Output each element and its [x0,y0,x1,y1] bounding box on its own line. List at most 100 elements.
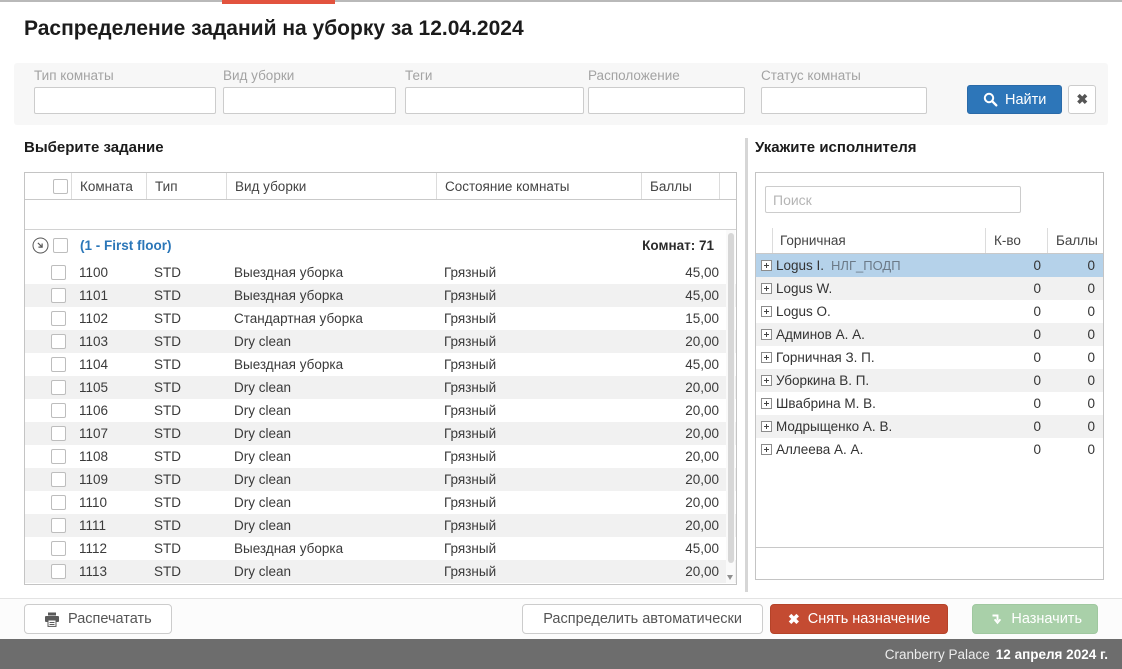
expand-icon[interactable] [761,398,772,409]
task-cell-select [25,330,71,353]
panel-splitter [745,138,748,592]
maid-cell-expand [756,369,772,392]
task-row[interactable]: 1113 STD Dry clean Грязный 20,00 [25,560,736,583]
task-cell-room: 1109 [79,472,109,487]
search-button[interactable]: Найти [967,85,1063,114]
expand-icon[interactable] [761,283,772,294]
header-cell-expand [756,228,772,253]
task-row[interactable]: 1100 STD Выездная уборка Грязный 45,00 [25,261,736,284]
expand-icon[interactable] [761,352,772,363]
maid-row[interactable]: Logus O. 0 0 [756,300,1103,323]
maid-row[interactable]: Аллеева А. А. 0 0 [756,438,1103,461]
tasks-scrollbar-thumb[interactable] [727,233,734,563]
row-checkbox[interactable] [51,380,66,395]
expand-icon[interactable] [761,421,772,432]
task-cell-cleaning: Dry clean [234,564,292,579]
room-status-input[interactable] [761,87,927,114]
location-input[interactable] [588,87,745,114]
expand-icon[interactable] [761,260,772,271]
group-label[interactable]: (1 - First floor) [80,238,172,253]
task-row[interactable]: 1109 STD Dry clean Грязный 20,00 [25,468,736,491]
header-cell-cleaning[interactable]: Вид уборки [226,173,436,199]
filter-label: Вид уборки [223,68,295,83]
maid-cell-count: 0 [1033,396,1041,411]
row-checkbox[interactable] [51,564,66,579]
maid-row[interactable]: Logus W. 0 0 [756,277,1103,300]
maid-row[interactable]: Админов А. А. 0 0 [756,323,1103,346]
row-checkbox[interactable] [51,518,66,533]
header-cell-count[interactable]: К-во [985,228,1047,253]
header-cell-maid-points[interactable]: Баллы [1047,228,1103,253]
task-cell-type: STD [154,288,181,303]
maid-row[interactable]: Модрыщенко А. В. 0 0 [756,415,1103,438]
task-row[interactable]: 1101 STD Выездная уборка Грязный 45,00 [25,284,736,307]
task-cell-select [25,376,71,399]
print-button[interactable]: Распечатать [24,604,172,634]
row-checkbox[interactable] [51,265,66,280]
task-cell-cleaning: Dry clean [234,334,292,349]
maid-cell-count: 0 [1033,419,1041,434]
expand-icon[interactable] [761,375,772,386]
row-checkbox[interactable] [51,472,66,487]
expand-icon[interactable] [761,306,772,317]
maid-row[interactable]: Швабрина М. В. 0 0 [756,392,1103,415]
scroll-down-arrow-icon[interactable] [727,575,733,580]
task-row[interactable]: 1110 STD Dry clean Грязный 20,00 [25,491,736,514]
task-row[interactable]: 1103 STD Dry clean Грязный 20,00 [25,330,736,353]
row-checkbox[interactable] [51,334,66,349]
task-row[interactable]: 1111 STD Dry clean Грязный 20,00 [25,514,736,537]
auto-assign-button[interactable]: Распределить автоматически [522,604,763,634]
assign-button[interactable]: Назначить [972,604,1098,634]
task-cell-cleaning: Dry clean [234,495,292,510]
header-cell-state[interactable]: Состояние комнаты [436,173,641,199]
assignee-search-input[interactable] [765,186,1021,213]
task-row[interactable]: 1106 STD Dry clean Грязный 20,00 [25,399,736,422]
select-all-checkbox[interactable] [53,178,68,194]
task-row[interactable]: 1102 STD Стандартная уборка Грязный 15,0… [25,307,736,330]
row-checkbox[interactable] [51,495,66,510]
row-checkbox[interactable] [51,449,66,464]
clear-filters-button[interactable]: ✖ [1068,85,1096,114]
row-checkbox[interactable] [51,311,66,326]
row-checkbox[interactable] [51,288,66,303]
unassign-button[interactable]: ✖ Снять назначение [769,604,949,634]
task-cell-state: Грязный [444,403,497,418]
task-cell-room: 1100 [79,265,109,280]
task-row[interactable]: 1107 STD Dry clean Грязный 20,00 [25,422,736,445]
group-row-first-floor[interactable]: (1 - First floor) Комнат: 71 [25,230,736,261]
task-cell-type: STD [154,403,181,418]
collapse-group-icon[interactable] [32,237,49,254]
task-row[interactable]: 1112 STD Выездная уборка Грязный 45,00 [25,537,736,560]
maid-row[interactable]: Уборкина В. П. 0 0 [756,369,1103,392]
maid-cell-expand [756,392,772,415]
header-cell-room[interactable]: Комната [71,173,146,199]
cleaning-type-input[interactable] [223,87,396,114]
filter-label: Тип комнаты [34,68,114,83]
expand-icon[interactable] [761,444,772,455]
expand-icon[interactable] [761,329,772,340]
row-checkbox[interactable] [51,541,66,556]
assignees-heading: Укажите исполнителя [755,139,917,156]
task-row[interactable]: 1108 STD Dry clean Грязный 20,00 [25,445,736,468]
header-cell-maid[interactable]: Горничная [772,228,985,253]
task-row[interactable]: 1105 STD Dry clean Грязный 20,00 [25,376,736,399]
maid-cell-expand [756,254,772,277]
header-cell-points[interactable]: Баллы [641,173,719,199]
task-cell-type: STD [154,265,181,280]
tags-input[interactable] [405,87,584,114]
group-checkbox[interactable] [53,238,68,253]
task-cell-cleaning: Dry clean [234,472,292,487]
task-row[interactable]: 1104 STD Выездная уборка Грязный 45,00 [25,353,736,376]
task-cell-select [25,399,71,422]
maid-row[interactable]: Горничная З. П. 0 0 [756,346,1103,369]
header-cell-type[interactable]: Тип [146,173,226,199]
task-cell-cleaning: Выездная уборка [234,288,344,303]
tasks-scrollbar[interactable] [726,230,735,583]
row-checkbox[interactable] [51,426,66,441]
row-checkbox[interactable] [51,357,66,372]
maid-cell-points: 0 [1087,304,1095,319]
print-button-label: Распечатать [68,611,152,627]
room-type-input[interactable] [34,87,216,114]
maid-row[interactable]: Logus I. НЛГ_ПОДП 0 0 [756,254,1103,277]
row-checkbox[interactable] [51,403,66,418]
